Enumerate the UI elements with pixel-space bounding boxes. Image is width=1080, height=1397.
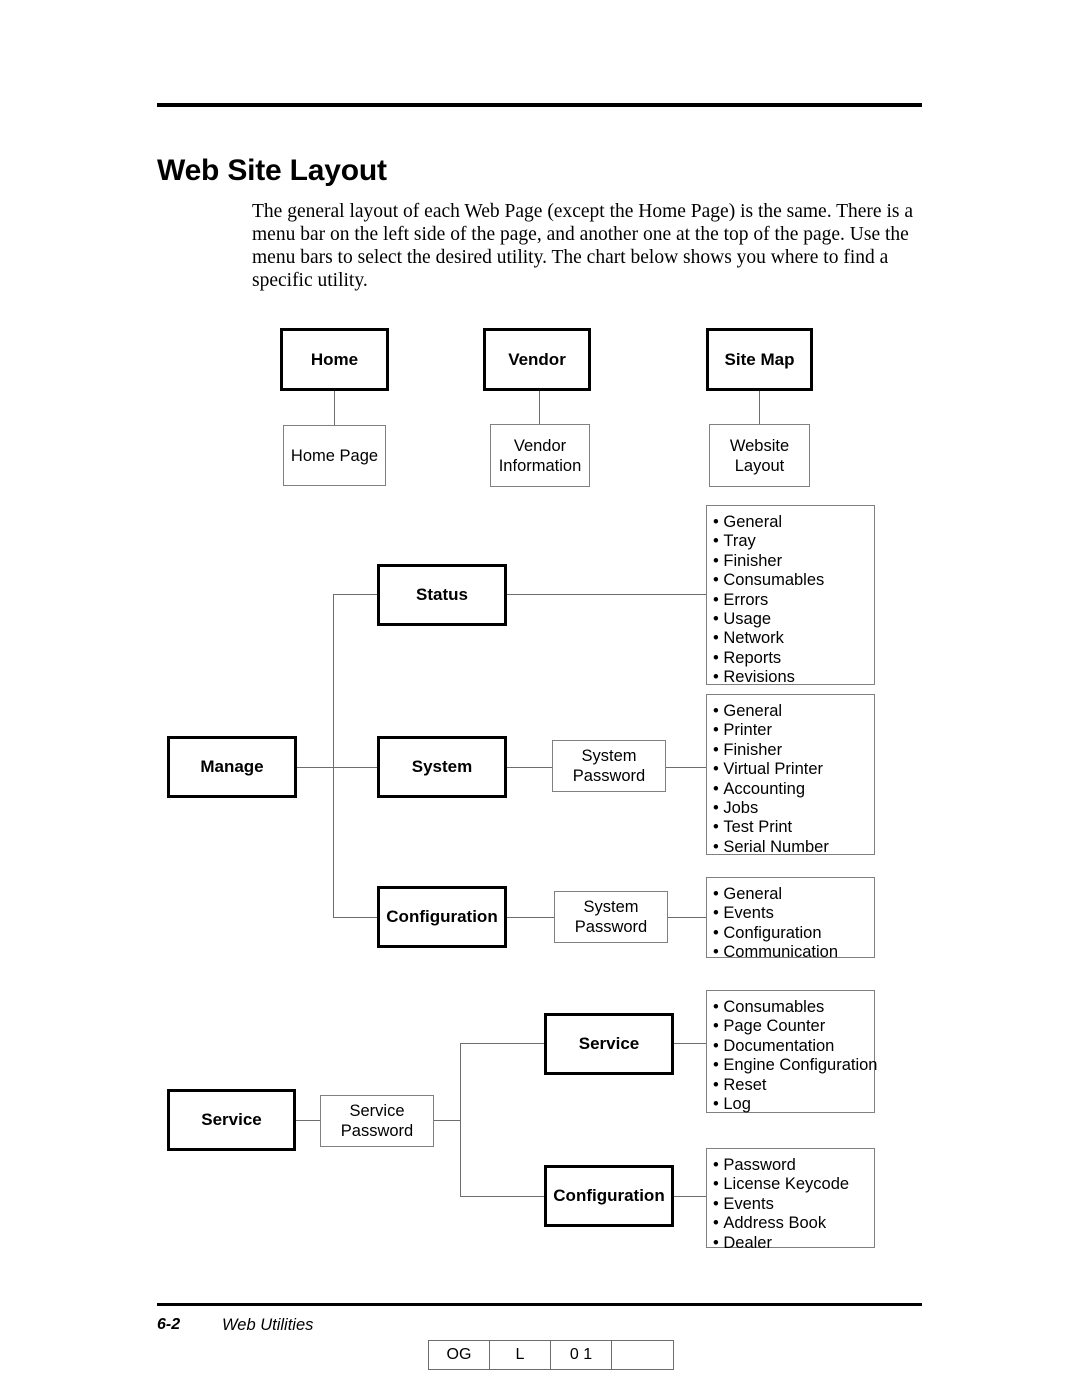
- list-item: Events: [713, 904, 874, 923]
- web-site-layout-chart: Home Home Page Vendor Vendor Information…: [0, 0, 1080, 1397]
- node-website-layout: Website Layout: [709, 424, 810, 487]
- node-label: Manage: [200, 757, 264, 776]
- node-system-password-1: System Password: [552, 740, 666, 792]
- list-item: Test Print: [713, 818, 874, 837]
- connector-service-trunk: [460, 1043, 461, 1197]
- connector-manage-trunk: [333, 594, 334, 918]
- list-item: License Keycode: [713, 1175, 874, 1194]
- list-item: Reports: [713, 649, 874, 668]
- connector-system-to-password: [507, 767, 553, 768]
- node-system-password-2: System Password: [554, 891, 668, 943]
- node-manage-configuration: Configuration: [377, 886, 507, 948]
- list-item: Configuration: [713, 924, 874, 943]
- list-item: Page Counter: [713, 1017, 874, 1036]
- node-site-map: Site Map: [706, 328, 813, 391]
- node-home-page: Home Page: [283, 425, 386, 486]
- footer-code-cell: OG: [429, 1341, 490, 1369]
- node-status: Status: [377, 564, 507, 626]
- list-item: Errors: [713, 591, 874, 610]
- connector-system-password-out: [666, 767, 706, 768]
- list-system-items: General Printer Finisher Virtual Printer…: [706, 694, 875, 857]
- list-manage-configuration-items: General Events Configuration Communicati…: [706, 877, 875, 961]
- list-item: Usage: [713, 610, 874, 629]
- list-item: Jobs: [713, 799, 874, 818]
- list-item: Log: [713, 1095, 874, 1114]
- list-item: Communication: [713, 943, 874, 962]
- list-item: Engine Configuration: [713, 1056, 877, 1075]
- list-service-items: Consumables Page Counter Documentation E…: [706, 990, 877, 1114]
- list-item: Password: [713, 1156, 874, 1175]
- connector-status-out: [507, 594, 706, 595]
- node-system: System: [377, 736, 507, 798]
- node-label: Site Map: [724, 349, 795, 369]
- list-item: Revisions: [713, 668, 874, 687]
- connector-vendor-vertical: [539, 391, 540, 424]
- footer-rule: [157, 1303, 922, 1306]
- node-service-configuration: Configuration: [544, 1165, 674, 1227]
- node-label: Website Layout: [729, 436, 790, 475]
- node-service-branch: Service: [544, 1013, 674, 1075]
- connector-service-branch-in: [460, 1043, 545, 1044]
- node-label: System Password: [574, 898, 648, 936]
- node-label: Service Password: [340, 1102, 414, 1140]
- node-service-root: Service: [167, 1089, 296, 1151]
- list-item: Address Book: [713, 1214, 874, 1233]
- list-item: General: [713, 702, 874, 721]
- footer-code-cell: 0 1: [551, 1341, 612, 1369]
- list-service-configuration-items: Password License Keycode Events Address …: [706, 1148, 875, 1252]
- node-home: Home: [280, 328, 389, 391]
- node-label: Service: [578, 1034, 640, 1053]
- list-item: Finisher: [713, 552, 874, 571]
- connector-service-configuration-in: [460, 1196, 545, 1197]
- connector-configuration-to-password: [507, 917, 555, 918]
- connector-service-password-out: [434, 1120, 461, 1121]
- node-label: Configuration: [553, 1186, 665, 1205]
- connector-service-to-password: [296, 1120, 320, 1121]
- list-item: Virtual Printer: [713, 760, 874, 779]
- list-item: Accounting: [713, 780, 874, 799]
- list-item: Consumables: [713, 571, 874, 590]
- footer-code-cell: [612, 1341, 673, 1369]
- list-status-items: General Tray Finisher Consumables Errors…: [706, 505, 875, 687]
- list-item: Tray: [713, 532, 874, 551]
- list-item: Network: [713, 629, 874, 648]
- node-label: Configuration: [386, 907, 498, 926]
- list-item: Events: [713, 1195, 874, 1214]
- connector-system-in: [333, 767, 378, 768]
- connector-service-branch-out: [674, 1043, 706, 1044]
- node-label: System: [411, 757, 473, 776]
- node-label: Home Page: [290, 446, 379, 465]
- connector-service-configuration-out: [674, 1196, 706, 1197]
- list-item: Printer: [713, 721, 874, 740]
- node-manage: Manage: [167, 736, 297, 798]
- node-label: Home: [310, 349, 359, 369]
- list-item: Documentation: [713, 1037, 874, 1056]
- list-item: Consumables: [713, 998, 874, 1017]
- node-label: System Password: [572, 747, 646, 785]
- node-vendor: Vendor: [483, 328, 591, 391]
- node-label: Vendor: [508, 349, 566, 369]
- list-item: Dealer: [713, 1234, 874, 1253]
- node-vendor-information: Vendor Information: [490, 424, 590, 487]
- footer-code-table: OG L 0 1: [428, 1340, 674, 1370]
- node-service-password: Service Password: [320, 1095, 434, 1147]
- connector-home-vertical: [334, 391, 335, 425]
- node-label: Service: [201, 1110, 262, 1129]
- footer-page-number: 6-2: [157, 1316, 181, 1333]
- list-item: General: [713, 513, 874, 532]
- connector-site-map-vertical: [759, 391, 760, 424]
- list-item: General: [713, 885, 874, 904]
- connector-status-in: [333, 594, 378, 595]
- connector-configuration-password-out: [668, 917, 706, 918]
- connector-configuration-in: [333, 917, 378, 918]
- list-item: Finisher: [713, 741, 874, 760]
- node-label: Vendor Information: [498, 436, 582, 475]
- footer-code-cell: L: [490, 1341, 551, 1369]
- footer-section-title: Web Utilities: [222, 1316, 314, 1334]
- node-label: Status: [416, 585, 468, 604]
- list-item: Serial Number: [713, 838, 874, 857]
- list-item: Reset: [713, 1076, 874, 1095]
